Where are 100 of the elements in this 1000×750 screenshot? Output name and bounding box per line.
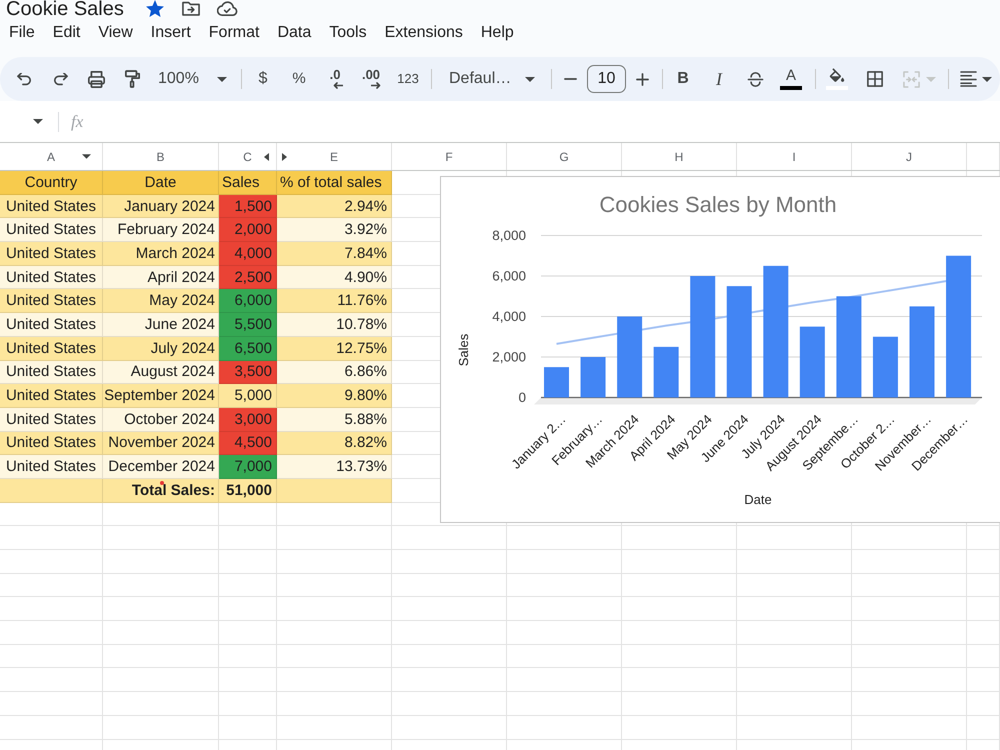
- menu-item[interactable]: Format: [200, 23, 268, 43]
- folder-arrow-icon[interactable]: [182, 1, 200, 16]
- caret-icon[interactable]: [82, 154, 91, 159]
- menu-item[interactable]: Help: [472, 23, 523, 43]
- menu-item[interactable]: Extensions: [376, 23, 472, 43]
- empty-cell: [967, 550, 1000, 574]
- column-header[interactable]: H: [622, 143, 737, 170]
- table-cell: United States: [0, 408, 103, 432]
- bold-button[interactable]: B: [665, 63, 701, 95]
- table-cell: 13.73%: [277, 455, 392, 479]
- table-cell: January 2024: [103, 194, 219, 218]
- table-cell: United States: [0, 313, 103, 337]
- table-cell: September 2024: [103, 384, 219, 408]
- column-header[interactable]: C: [219, 143, 277, 170]
- currency-button[interactable]: $: [245, 63, 281, 95]
- align-left-icon: [960, 71, 977, 87]
- empty-cell: [967, 716, 1000, 740]
- caret-icon: [525, 76, 535, 82]
- font-button[interactable]: Defaul…: [435, 63, 543, 95]
- font-size-field[interactable]: 10: [587, 65, 626, 93]
- column-header[interactable]: B: [103, 143, 219, 170]
- table-cell: 6.86%: [277, 360, 392, 384]
- column-header[interactable]: F: [392, 143, 507, 170]
- menu-item[interactable]: Data: [268, 23, 320, 43]
- menu-item[interactable]: File: [0, 23, 44, 43]
- table-cell: United States: [0, 360, 103, 384]
- table-cell: 2,000: [219, 218, 277, 242]
- empty-cell: [219, 716, 277, 740]
- triangle-right-icon[interactable]: [282, 152, 287, 160]
- italic-button[interactable]: I: [701, 63, 737, 95]
- table-cell: 7.84%: [277, 242, 392, 266]
- y-axis-label: 6,000: [492, 268, 526, 284]
- table-header: Sales: [219, 171, 277, 195]
- table-cell: Total Sales:: [103, 478, 219, 503]
- menu-item[interactable]: Edit: [44, 23, 90, 43]
- table-cell: June 2024: [103, 313, 219, 337]
- table-cell: 1,500: [219, 194, 277, 218]
- y-axis-label: 4,000: [492, 309, 526, 324]
- table-cell: United States: [0, 432, 103, 456]
- table-header: Country: [0, 171, 103, 195]
- menu-item[interactable]: View: [89, 23, 142, 43]
- y-axis-label: 0: [518, 390, 526, 405]
- x-axis-title: Date: [744, 492, 772, 507]
- empty-cell: [219, 644, 277, 668]
- table-cell: 6,500: [219, 336, 277, 360]
- table-cell: 4,000: [219, 242, 277, 266]
- table-cell: December 2024: [103, 455, 219, 479]
- menu-item[interactable]: Tools: [320, 23, 376, 43]
- zoom-button[interactable]: 100%: [150, 63, 236, 95]
- empty-cell: [967, 597, 1000, 622]
- y-axis-label: 8,000: [492, 228, 526, 243]
- table-cell: United States: [0, 242, 103, 266]
- table-cell: United States: [0, 289, 103, 314]
- table-cell: 6,000: [219, 289, 277, 314]
- table-cell: 3,000: [219, 408, 277, 432]
- table-cell: 3.92%: [277, 218, 392, 242]
- star-icon[interactable]: [146, 0, 164, 17]
- table-cell: November 2024: [103, 432, 219, 456]
- paint-bucket-icon: [829, 68, 845, 83]
- column-header[interactable]: G: [507, 143, 622, 170]
- column-header[interactable]: I: [737, 143, 852, 170]
- bar: [544, 367, 569, 398]
- merge-arrows-icon: [902, 70, 920, 88]
- text-color-button[interactable]: A: [773, 63, 809, 95]
- empty-cell: [219, 502, 277, 526]
- triangle-left-icon[interactable]: [264, 152, 269, 160]
- empty-cell: [219, 574, 277, 598]
- column-header[interactable]: J: [852, 143, 967, 170]
- table-cell: 8.82%: [277, 432, 392, 456]
- column-header[interactable]: E: [277, 143, 392, 170]
- cloud-check-icon[interactable]: [216, 1, 238, 16]
- number-format-button[interactable]: 123: [389, 63, 427, 95]
- table-cell: 3,500: [219, 360, 277, 384]
- increase-decimals-button[interactable]: .00: [353, 63, 389, 95]
- table-cell: May 2024: [103, 289, 219, 314]
- empty-cell: [967, 621, 1000, 645]
- table-cell: 11.76%: [277, 289, 392, 314]
- table-cell: 4,500: [219, 432, 277, 456]
- empty-cell: [967, 668, 1000, 692]
- caret-icon: [982, 76, 992, 82]
- caret-icon: [926, 76, 936, 82]
- empty-cell: [219, 668, 277, 692]
- plus-icon: [636, 72, 648, 86]
- percent-button[interactable]: %: [281, 63, 317, 95]
- table-cell: 5,000: [219, 384, 277, 408]
- table-cell: 7,000: [219, 455, 277, 479]
- bar: [654, 346, 679, 398]
- table-cell: 2.94%: [277, 194, 392, 218]
- y-axis-title: Sales: [456, 334, 471, 366]
- table-cell: February 2024: [103, 218, 219, 242]
- menu-item[interactable]: Insert: [142, 23, 200, 43]
- arrow-left-icon: [333, 82, 343, 89]
- bar: [872, 336, 898, 398]
- bar: [800, 326, 825, 398]
- document-title[interactable]: Cookie Sales: [6, 0, 124, 18]
- column-header[interactable]: A: [0, 143, 103, 170]
- empty-cell: [967, 526, 1000, 550]
- table-cell: 5.88%: [277, 408, 392, 432]
- minus-icon: [564, 78, 576, 80]
- decrease-decimals-button[interactable]: .0: [317, 63, 353, 95]
